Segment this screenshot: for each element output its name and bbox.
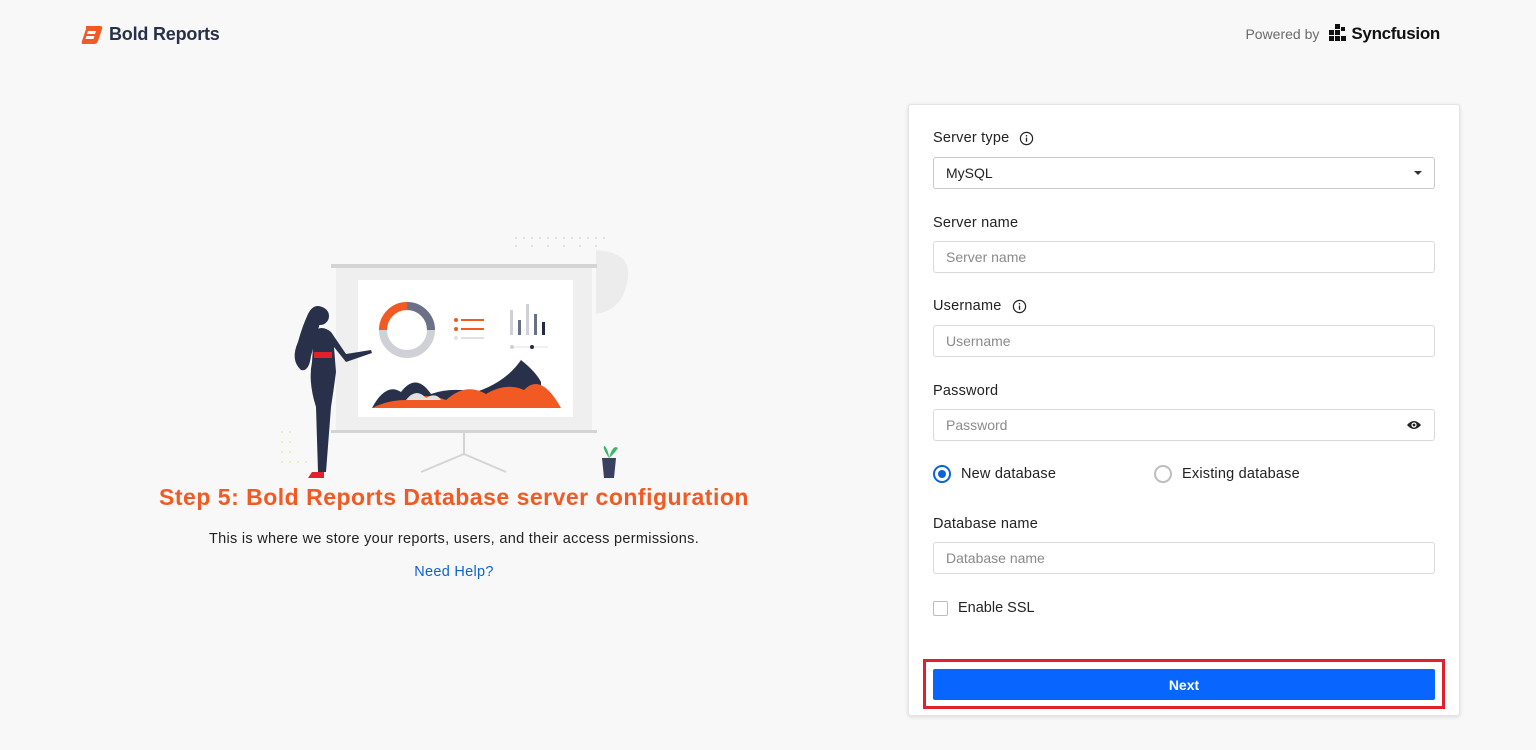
database-name-field-wrapper: [933, 542, 1435, 574]
syncfusion-name: Syncfusion: [1351, 24, 1440, 43]
powered-by: Powered by Syncfusion: [1245, 24, 1440, 44]
username-input[interactable]: [946, 333, 1422, 349]
existing-database-label: Existing database: [1182, 466, 1300, 482]
database-name-label: Database name: [933, 516, 1038, 532]
enable-ssl-label: Enable SSL: [958, 600, 1035, 616]
server-type-value: MySQL: [946, 165, 993, 181]
enable-ssl-option[interactable]: Enable SSL: [933, 600, 1035, 616]
password-label: Password: [933, 383, 999, 399]
database-name-input[interactable]: [946, 550, 1422, 566]
dropdown-caret-icon: [1414, 171, 1422, 175]
enable-ssl-checkbox[interactable]: [933, 600, 948, 616]
server-type-label-text: Server type: [933, 130, 1010, 146]
bold-reports-logo-icon: [81, 25, 103, 44]
syncfusion-logo-icon: [1329, 24, 1347, 41]
bold-reports-logo: Bold Reports: [81, 24, 220, 45]
presentation-illustration: [281, 237, 629, 478]
server-name-label: Server name: [933, 215, 1019, 231]
server-type-label: Server type: [933, 130, 1034, 146]
step-description: This is where we store your reports, use…: [208, 531, 700, 547]
info-icon[interactable]: [1019, 131, 1034, 146]
existing-database-radio-circle[interactable]: [1154, 465, 1172, 483]
password-field-wrapper: [933, 409, 1435, 441]
brand-name: Bold Reports: [109, 24, 220, 44]
password-input[interactable]: [946, 417, 1406, 433]
username-field-wrapper: [933, 325, 1435, 357]
database-config-card: Server type MySQL Server name Username P…: [908, 104, 1460, 716]
new-database-radio[interactable]: New database: [933, 465, 1056, 483]
step-title: Step 5: Bold Reports Database server con…: [159, 484, 749, 510]
existing-database-radio[interactable]: Existing database: [1154, 465, 1300, 483]
powered-by-label: Powered by: [1245, 26, 1320, 42]
next-button[interactable]: Next: [933, 669, 1435, 700]
server-type-dropdown[interactable]: MySQL: [933, 157, 1435, 189]
username-label-text: Username: [933, 298, 1002, 314]
syncfusion-logo: Syncfusion: [1329, 24, 1440, 44]
need-help-link[interactable]: Need Help?: [0, 564, 908, 580]
server-name-input[interactable]: [946, 249, 1422, 265]
server-name-field-wrapper: [933, 241, 1435, 273]
database-mode-radio-group: New database Existing database: [933, 465, 1435, 485]
info-icon[interactable]: [1012, 299, 1027, 314]
new-database-radio-circle[interactable]: [933, 465, 951, 483]
show-password-eye-icon[interactable]: [1406, 419, 1422, 431]
new-database-label: New database: [961, 466, 1057, 482]
username-label: Username: [933, 298, 1027, 314]
